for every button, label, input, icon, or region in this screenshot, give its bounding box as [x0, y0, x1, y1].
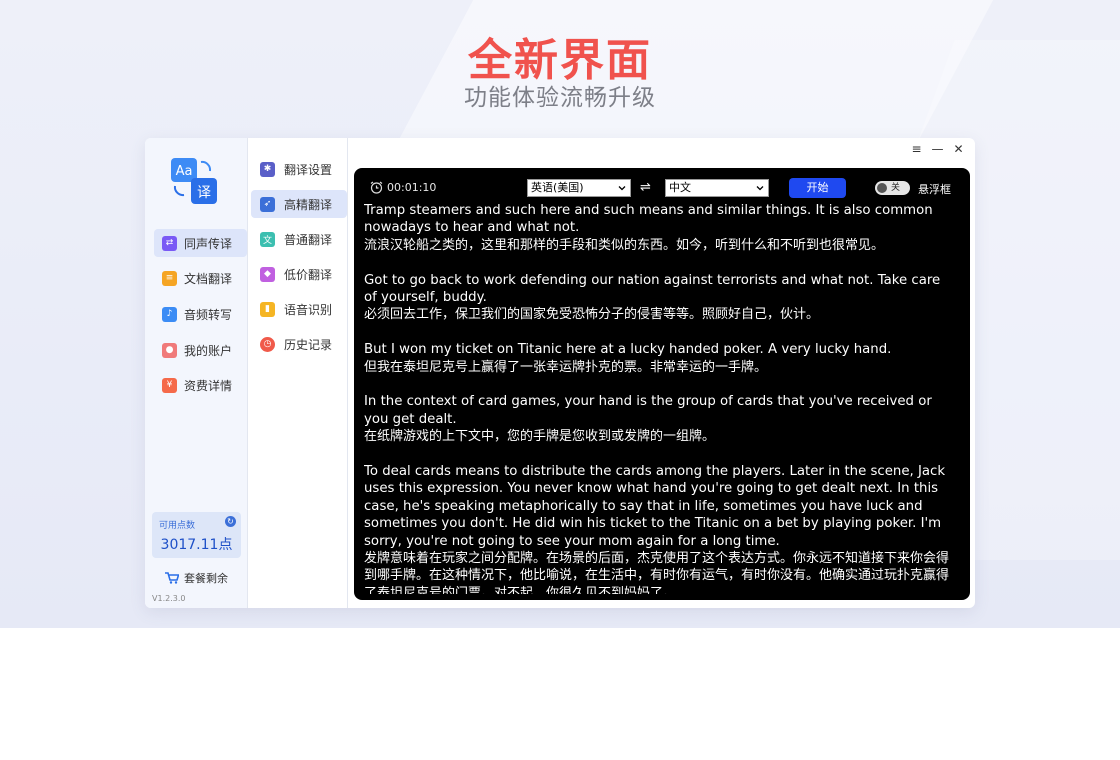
version-label: V1.2.3.0 — [152, 594, 186, 603]
transcript-item: Tramp steamers and such here and such me… — [364, 202, 954, 254]
timer: 00:01:10 — [370, 181, 436, 194]
floating-window-label: 悬浮框 — [918, 183, 951, 196]
chevron-down-icon — [756, 186, 764, 191]
svg-text:Aa: Aa — [176, 164, 193, 179]
microphone-icon: ▮ — [260, 301, 275, 317]
source-language-select[interactable]: 英语(美国) — [527, 179, 631, 197]
translated-text: 必须回去工作，保卫我们的国家免受恐怖分子的侵害等等。照顾好自己，伙计。 — [364, 307, 820, 323]
app-logo-icon: Aa 译 — [171, 158, 217, 204]
subnav-item-label: 历史记录 — [284, 337, 333, 352]
source-text: To deal cards means to distribute the ca… — [364, 464, 946, 549]
source-text: But I won my ticket on Titanic here at a… — [364, 342, 892, 358]
subnav-item-normal[interactable]: 文 普通翻译 — [251, 225, 347, 253]
subnav-item-label: 翻译设置 — [284, 162, 333, 177]
sidebar-item-label: 我的账户 — [184, 343, 233, 358]
subnav-item-label: 普通翻译 — [284, 232, 333, 247]
chevron-down-icon — [618, 186, 626, 191]
transcript-item: In the context of card games, your hand … — [364, 393, 954, 445]
refresh-icon[interactable]: ↻ — [225, 516, 236, 527]
source-text: Tramp steamers and such here and such me… — [364, 203, 933, 236]
menu-icon[interactable]: ≡ — [906, 142, 927, 156]
subnav-item-label: 语音识别 — [284, 302, 333, 317]
points-label: 可用点数 — [159, 521, 196, 531]
pricing-icon: ¥ — [162, 377, 177, 393]
toggle-knob — [877, 183, 887, 193]
app-window: Aa 译 ⇄ 同声传译 ≡ 文档翻译 ♪ 音频转写 ● 我的账户 ¥ 资费详情 … — [145, 138, 975, 608]
translated-text: 发牌意味着在玩家之间分配牌。在场景的后面，杰克使用了这个表达方式。你永远不知道接… — [364, 551, 950, 594]
sidebar-item-label: 文档翻译 — [184, 271, 233, 286]
cart-icon — [165, 572, 179, 584]
clock-icon: ◷ — [260, 336, 275, 352]
floating-window-toggle[interactable]: 关 — [875, 181, 910, 195]
translate-icon: 文 — [260, 231, 275, 247]
sidebar-item-simultaneous[interactable]: ⇄ 同声传译 — [154, 229, 247, 257]
translated-text: 流浪汉轮船之类的，这里和那样的手段和类似的东西。如今，听到什么和不听到也很常见。 — [364, 237, 885, 253]
source-language-value: 英语(美国) — [531, 181, 584, 194]
svg-text:译: 译 — [197, 185, 211, 201]
minimize-icon[interactable]: — — [927, 142, 948, 156]
sidebar-item-label: 资费详情 — [184, 378, 233, 393]
source-text: In the context of card games, your hand … — [364, 394, 932, 427]
gear-icon: ✱ — [260, 161, 275, 177]
translation-panel: 00:01:10 英语(美国) ⇌ 中文 开始 关 悬浮框 Tramp stea… — [354, 168, 970, 600]
document-icon: ≡ — [162, 270, 177, 286]
transcript-item: Got to go back to work defending our nat… — [364, 272, 954, 324]
target-language-select[interactable]: 中文 — [665, 179, 769, 197]
close-icon[interactable]: ✕ — [948, 142, 969, 156]
package-label: 套餐剩余 — [184, 572, 228, 585]
target-language-value: 中文 — [669, 181, 691, 194]
toggle-state-label: 关 — [891, 183, 901, 193]
timer-value: 00:01:10 — [387, 181, 437, 194]
window-controls: ≡ — ✕ — [906, 142, 969, 156]
panel-toolbar: 00:01:10 英语(美国) ⇌ 中文 开始 关 悬浮框 — [354, 168, 970, 206]
sidebar-item-pricing[interactable]: ¥ 资费详情 — [154, 371, 247, 399]
translated-text: 在纸牌游戏的上下文中，您的手牌是您收到或发牌的一组牌。 — [364, 429, 716, 445]
subnav-item-high-precision[interactable]: ➶ 高精翻译 — [251, 190, 347, 218]
subnav-item-speech[interactable]: ▮ 语音识别 — [251, 295, 347, 323]
subnav-item-history[interactable]: ◷ 历史记录 — [251, 330, 347, 358]
points-card: 可用点数 ↻ 3017.11点 — [152, 512, 241, 558]
sub-navigation: ✱ 翻译设置 ➶ 高精翻译 文 普通翻译 ◆ 低价翻译 ▮ 语音识别 ◷ 历史记… — [249, 138, 348, 608]
sidebar-item-account[interactable]: ● 我的账户 — [154, 336, 247, 364]
translated-text: 但我在泰坦尼克号上赢得了一张幸运牌扑克的票。非常幸运的一手牌。 — [364, 359, 768, 375]
rocket-icon: ➶ — [260, 196, 275, 212]
package-remaining-link[interactable]: 套餐剩余 — [165, 570, 228, 586]
alarm-clock-icon — [370, 181, 383, 194]
subnav-item-label: 低价翻译 — [284, 267, 333, 282]
sidebar-item-audio[interactable]: ♪ 音频转写 — [154, 300, 247, 328]
account-icon: ● — [162, 342, 177, 358]
page-bottom — [0, 628, 1120, 760]
sidebar-item-document[interactable]: ≡ 文档翻译 — [154, 264, 247, 292]
start-button[interactable]: 开始 — [789, 178, 846, 198]
swap-languages-icon[interactable]: ⇌ — [640, 180, 651, 195]
main-sidebar: Aa 译 ⇄ 同声传译 ≡ 文档翻译 ♪ 音频转写 ● 我的账户 ¥ 资费详情 … — [145, 138, 248, 608]
tag-icon: ◆ — [260, 266, 275, 282]
interpret-icon: ⇄ — [162, 235, 177, 251]
subnav-item-settings[interactable]: ✱ 翻译设置 — [251, 155, 347, 183]
source-text: Got to go back to work defending our nat… — [364, 272, 941, 306]
audio-icon: ♪ — [162, 306, 177, 322]
hero-subtitle: 功能体验流畅升级 — [464, 85, 656, 111]
transcript-item: To deal cards means to distribute the ca… — [364, 463, 954, 594]
subnav-item-low-price[interactable]: ◆ 低价翻译 — [251, 260, 347, 288]
transcript-area[interactable]: Tramp steamers and such here and such me… — [364, 202, 954, 594]
subnav-item-label: 高精翻译 — [284, 197, 333, 212]
sidebar-item-label: 同声传译 — [184, 236, 233, 251]
transcript-item: But I won my ticket on Titanic here at a… — [364, 341, 954, 376]
sidebar-item-label: 音频转写 — [184, 307, 233, 322]
points-value: 3017.11点 — [160, 537, 233, 553]
